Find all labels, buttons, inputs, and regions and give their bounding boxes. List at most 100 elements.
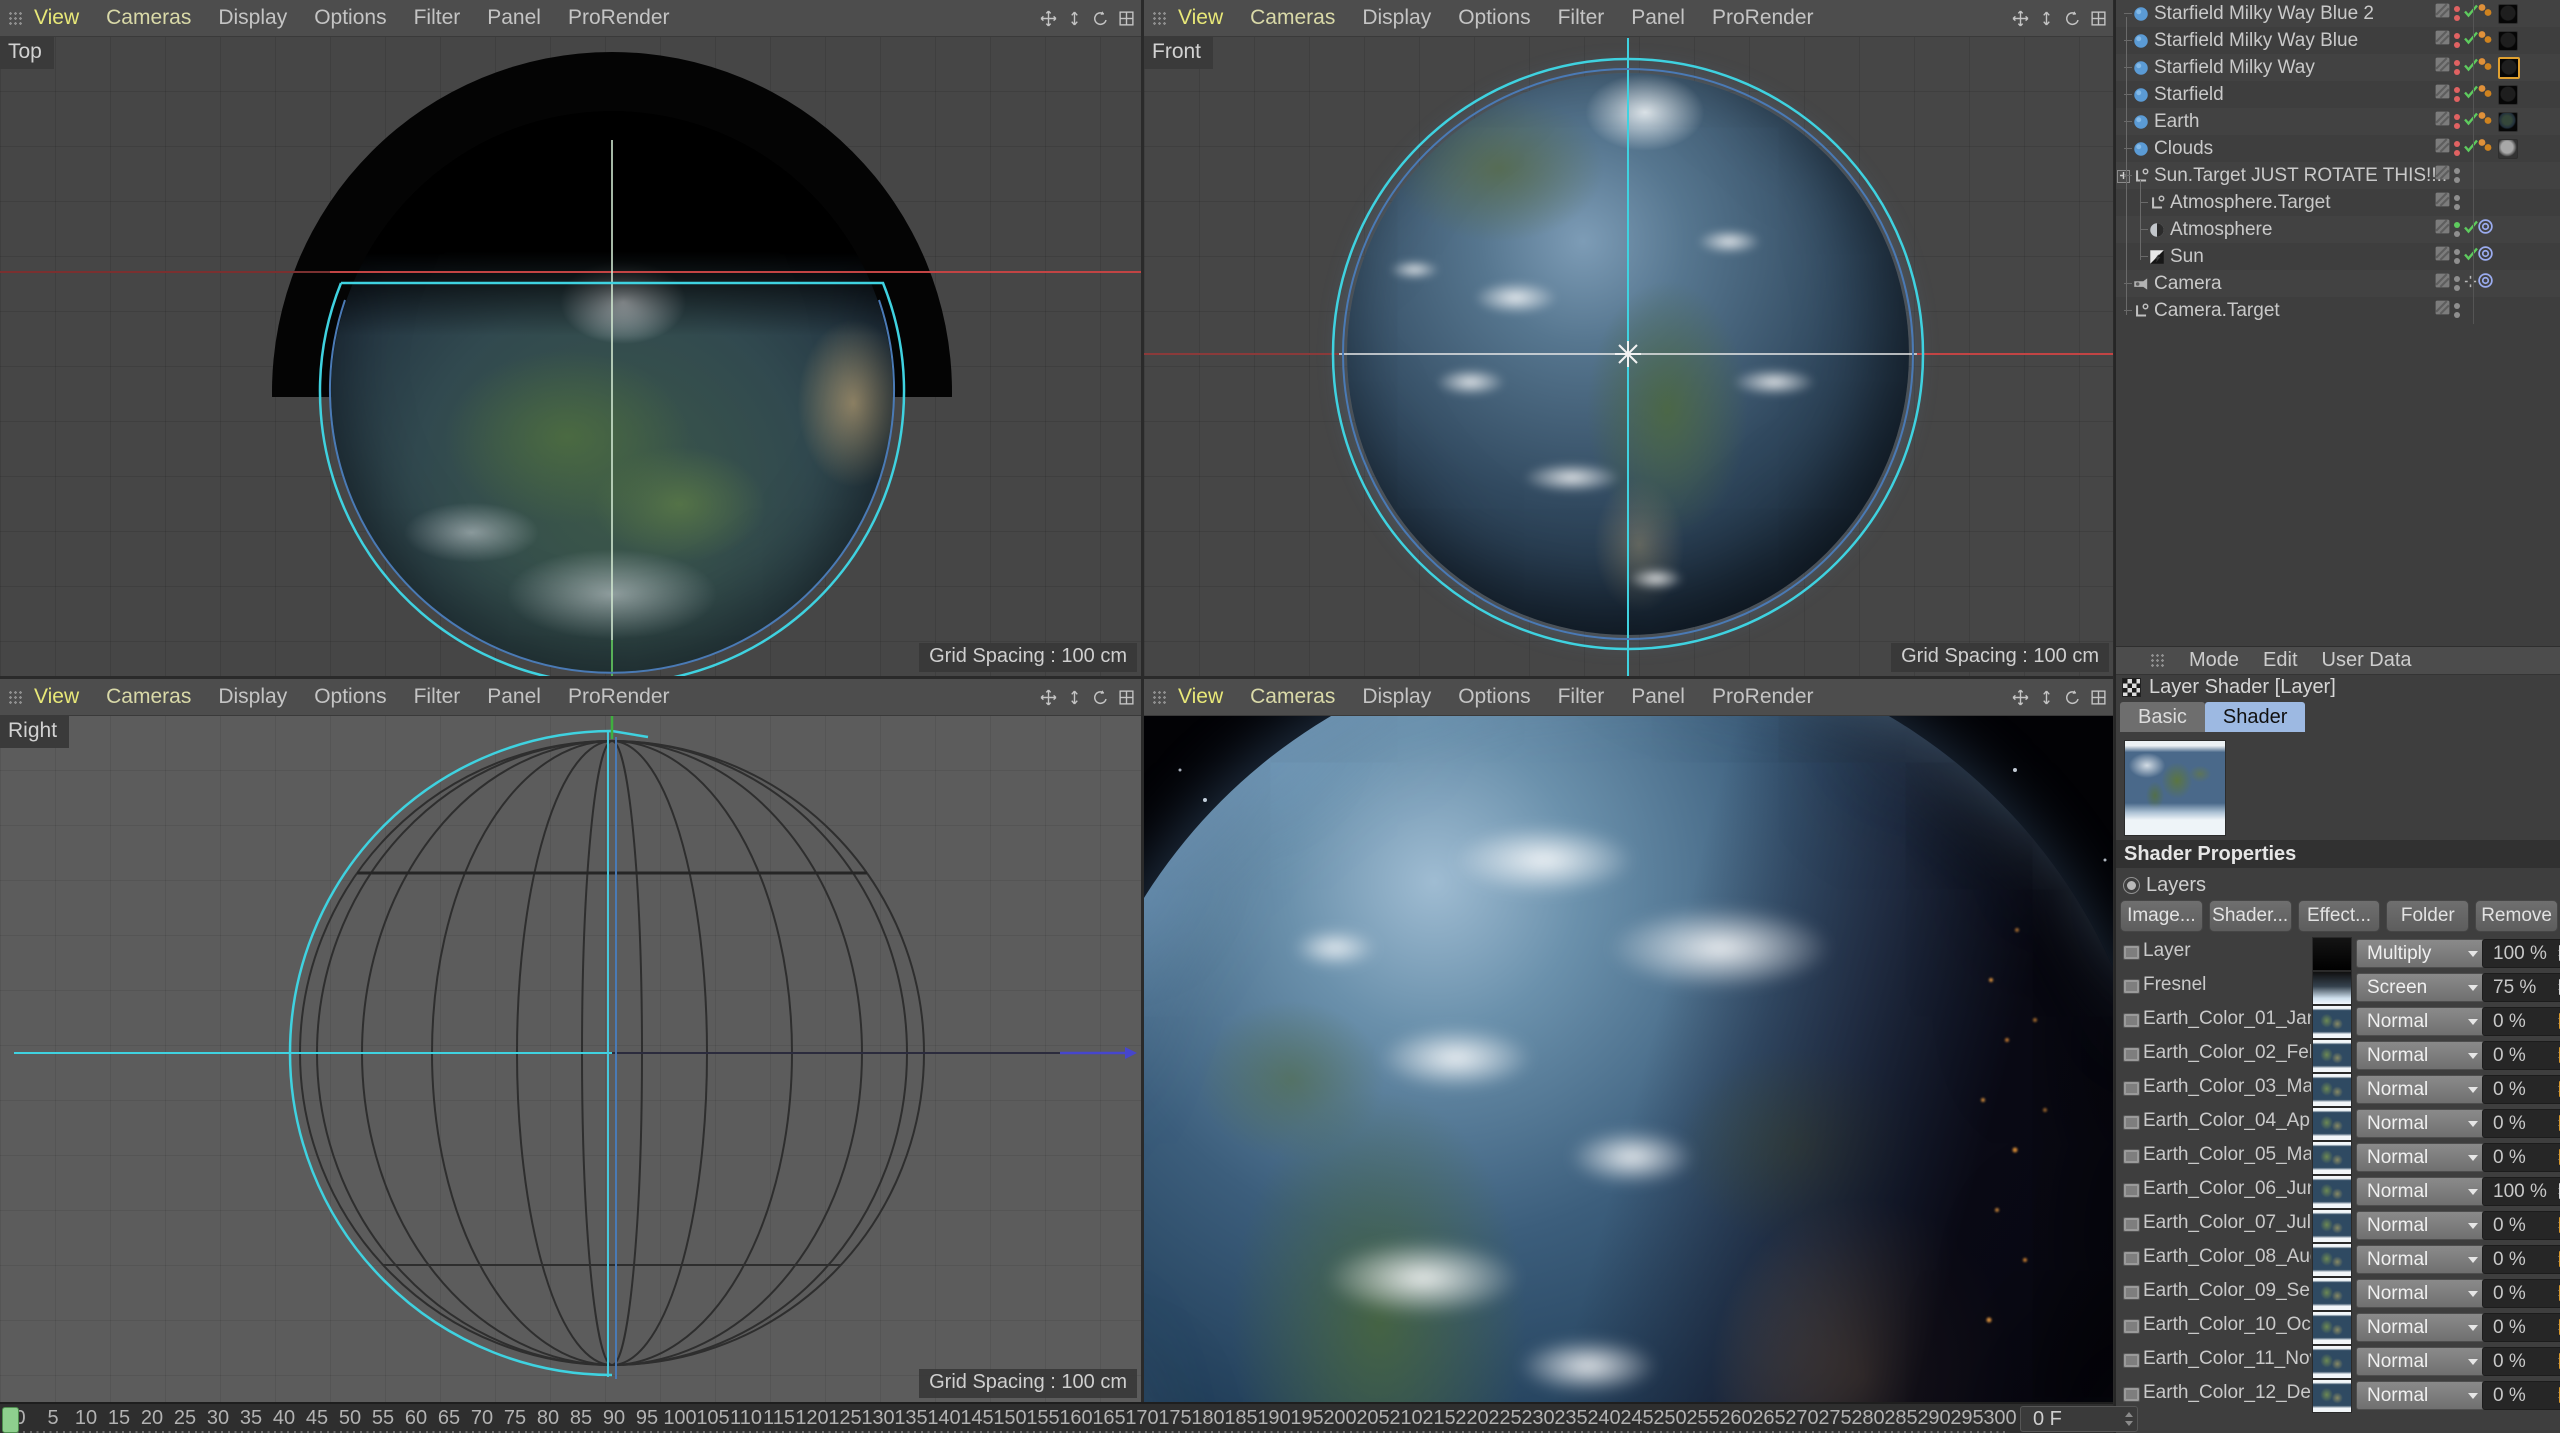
animation-keys-icon[interactable] [2477, 56, 2495, 79]
viewport-menu-filter[interactable]: Filter [414, 685, 461, 709]
viewport-menu-filter[interactable]: Filter [1558, 685, 1605, 709]
layer-opacity-field[interactable]: 0 % [2482, 1041, 2560, 1070]
toggle-views-icon[interactable] [1118, 689, 1135, 706]
texture-tag[interactable] [2498, 56, 2520, 79]
object-row[interactable]: Starfield Milky Way Blue [2116, 27, 2560, 54]
texture-tag[interactable] [2498, 111, 2518, 132]
texture-tag[interactable] [2498, 84, 2518, 105]
toggle-views-icon[interactable] [1118, 10, 1135, 27]
viewport-menu-prorender[interactable]: ProRender [1712, 6, 1814, 30]
rotate-view-icon[interactable] [1092, 689, 1109, 706]
layer-thumbnail[interactable] [2312, 971, 2352, 1005]
viewport-menu-display[interactable]: Display [1362, 6, 1431, 30]
animation-keys-icon[interactable] [2477, 83, 2495, 106]
image-button[interactable]: Image... [2120, 900, 2203, 932]
viewport-right[interactable]: View Cameras Display Options Filter Panel ProR… [0, 679, 1144, 1402]
viewport-menu-options[interactable]: Options [1458, 685, 1530, 709]
rotate-view-icon[interactable] [2064, 689, 2081, 706]
object-row[interactable]: Starfield Milky Way [2116, 54, 2560, 81]
viewport-front[interactable]: View Cameras Display Options Filter Panel ProR… [1144, 0, 2113, 679]
light-object-icon[interactable] [2148, 248, 2166, 266]
menu-grip-icon[interactable] [1152, 690, 1167, 705]
blend-mode-dropdown[interactable]: Normal [2356, 1041, 2486, 1070]
texture-tag[interactable] [2498, 30, 2518, 51]
blend-mode-dropdown[interactable]: Normal [2356, 1007, 2486, 1036]
layer-name[interactable]: Earth_Color_09_Sep [2143, 1280, 2311, 1302]
sphere-shaded-object-icon[interactable] [2148, 221, 2166, 239]
current-frame-field[interactable]: 0 F [2020, 1406, 2138, 1432]
layer-thumbnail[interactable] [2312, 1175, 2352, 1209]
viewport-menu-cameras[interactable]: Cameras [106, 6, 191, 30]
sphere-object-icon[interactable] [2132, 32, 2150, 50]
visibility-dots-icon[interactable] [2453, 249, 2461, 264]
layer-name[interactable]: Layer [2143, 940, 2191, 962]
blend-mode-dropdown[interactable]: Normal [2356, 1109, 2486, 1138]
zoom-view-icon[interactable] [2038, 689, 2055, 706]
timeline-ruler[interactable]: 0 5 10 15 20 25 30 35 40 45 50 55 60 65 70 75 80 85 90 95 10… [0, 1402, 2138, 1433]
viewport-menu-cameras[interactable]: Cameras [1250, 6, 1335, 30]
layer-opacity-field[interactable]: 100 % [2482, 1177, 2560, 1206]
visibility-dots-icon[interactable] [2453, 60, 2461, 75]
layer-mask-icon[interactable] [2434, 56, 2451, 79]
zoom-view-icon[interactable] [1066, 689, 1083, 706]
layer-opacity-field[interactable]: 0 % [2482, 1347, 2560, 1376]
viewport-menu-filter[interactable]: Filter [414, 6, 461, 30]
object-row[interactable]: Clouds [2116, 135, 2560, 162]
layer-name[interactable]: Earth_Color_08_Aug [2143, 1246, 2311, 1268]
viewport-menu-cameras[interactable]: Cameras [1250, 685, 1335, 709]
layer-opacity-field[interactable]: 0 % [2482, 1007, 2560, 1036]
layer-thumbnail[interactable] [2312, 1107, 2352, 1141]
viewport-menu-cameras[interactable]: Cameras [106, 685, 191, 709]
layer-name[interactable]: Earth_Color_02_Feb [2143, 1042, 2311, 1064]
viewport-menu-panel[interactable]: Panel [1631, 685, 1685, 709]
object-label[interactable]: Earth [2154, 111, 2199, 133]
menu-grip-icon[interactable] [1152, 11, 1167, 26]
texture-tag[interactable] [2498, 138, 2518, 159]
blend-mode-dropdown[interactable]: Normal [2356, 1245, 2486, 1274]
object-label[interactable]: Camera.Target [2154, 300, 2280, 322]
object-label[interactable]: Atmosphere.Target [2170, 192, 2331, 214]
object-row[interactable]: Starfield [2116, 81, 2560, 108]
sphere-object-icon[interactable] [2132, 140, 2150, 158]
visibility-dots-icon[interactable] [2453, 276, 2461, 291]
blend-mode-dropdown[interactable]: Normal [2356, 1177, 2486, 1206]
layer-mask-icon[interactable] [2434, 272, 2451, 295]
viewport-menu-prorender[interactable]: ProRender [1712, 685, 1814, 709]
layer-thumbnail[interactable] [2312, 1379, 2352, 1413]
viewport-menu-panel[interactable]: Panel [487, 6, 541, 30]
layer-thumbnail[interactable] [2312, 937, 2352, 971]
tab-basic[interactable]: Basic [2120, 702, 2205, 732]
layer-type-icon[interactable] [2123, 979, 2140, 994]
target-tag-icon[interactable] [2477, 245, 2494, 268]
viewport-menu-view[interactable]: View [34, 685, 79, 709]
object-label[interactable]: Starfield Milky Way [2154, 57, 2315, 79]
object-row[interactable]: Atmosphere.Target [2116, 189, 2560, 216]
layer-type-icon[interactable] [2123, 1047, 2140, 1062]
visibility-dots-icon[interactable] [2453, 222, 2461, 237]
visibility-dots-icon[interactable] [2453, 168, 2461, 183]
viewport-menu-options[interactable]: Options [314, 6, 386, 30]
visibility-dots-icon[interactable] [2453, 195, 2461, 210]
object-label[interactable]: Sun.Target JUST ROTATE THIS!!!! [2154, 165, 2446, 187]
layer-mask-icon[interactable] [2434, 110, 2451, 133]
layer-name[interactable]: Earth_Color_04_Apr [2143, 1110, 2311, 1132]
folder-button[interactable]: Folder [2386, 900, 2470, 932]
tab-shader[interactable]: Shader [2204, 702, 2306, 732]
layer-opacity-field[interactable]: 100 % [2482, 939, 2560, 968]
layer-opacity-field[interactable]: 0 % [2482, 1381, 2560, 1410]
layer-name[interactable]: Earth_Color_05_May [2143, 1144, 2311, 1166]
layer-opacity-field[interactable]: 75 % [2482, 973, 2560, 1002]
blend-mode-dropdown[interactable]: Normal [2356, 1211, 2486, 1240]
viewport-menu-panel[interactable]: Panel [487, 685, 541, 709]
toggle-views-icon[interactable] [2090, 689, 2107, 706]
shader-preview-thumbnail[interactable] [2124, 740, 2226, 836]
object-row[interactable]: Starfield Milky Way Blue 2 [2116, 0, 2560, 27]
layer-opacity-field[interactable]: 0 % [2482, 1075, 2560, 1104]
layer-type-icon[interactable] [2123, 1387, 2140, 1402]
viewport-menu-prorender[interactable]: ProRender [568, 6, 670, 30]
object-label[interactable]: Camera [2154, 273, 2222, 295]
layer-name[interactable]: Earth_Color_11_Nov [2143, 1348, 2311, 1370]
viewport-menu-display[interactable]: Display [1362, 685, 1431, 709]
viewport-menu-prorender[interactable]: ProRender [568, 685, 670, 709]
object-label[interactable]: Clouds [2154, 138, 2213, 160]
